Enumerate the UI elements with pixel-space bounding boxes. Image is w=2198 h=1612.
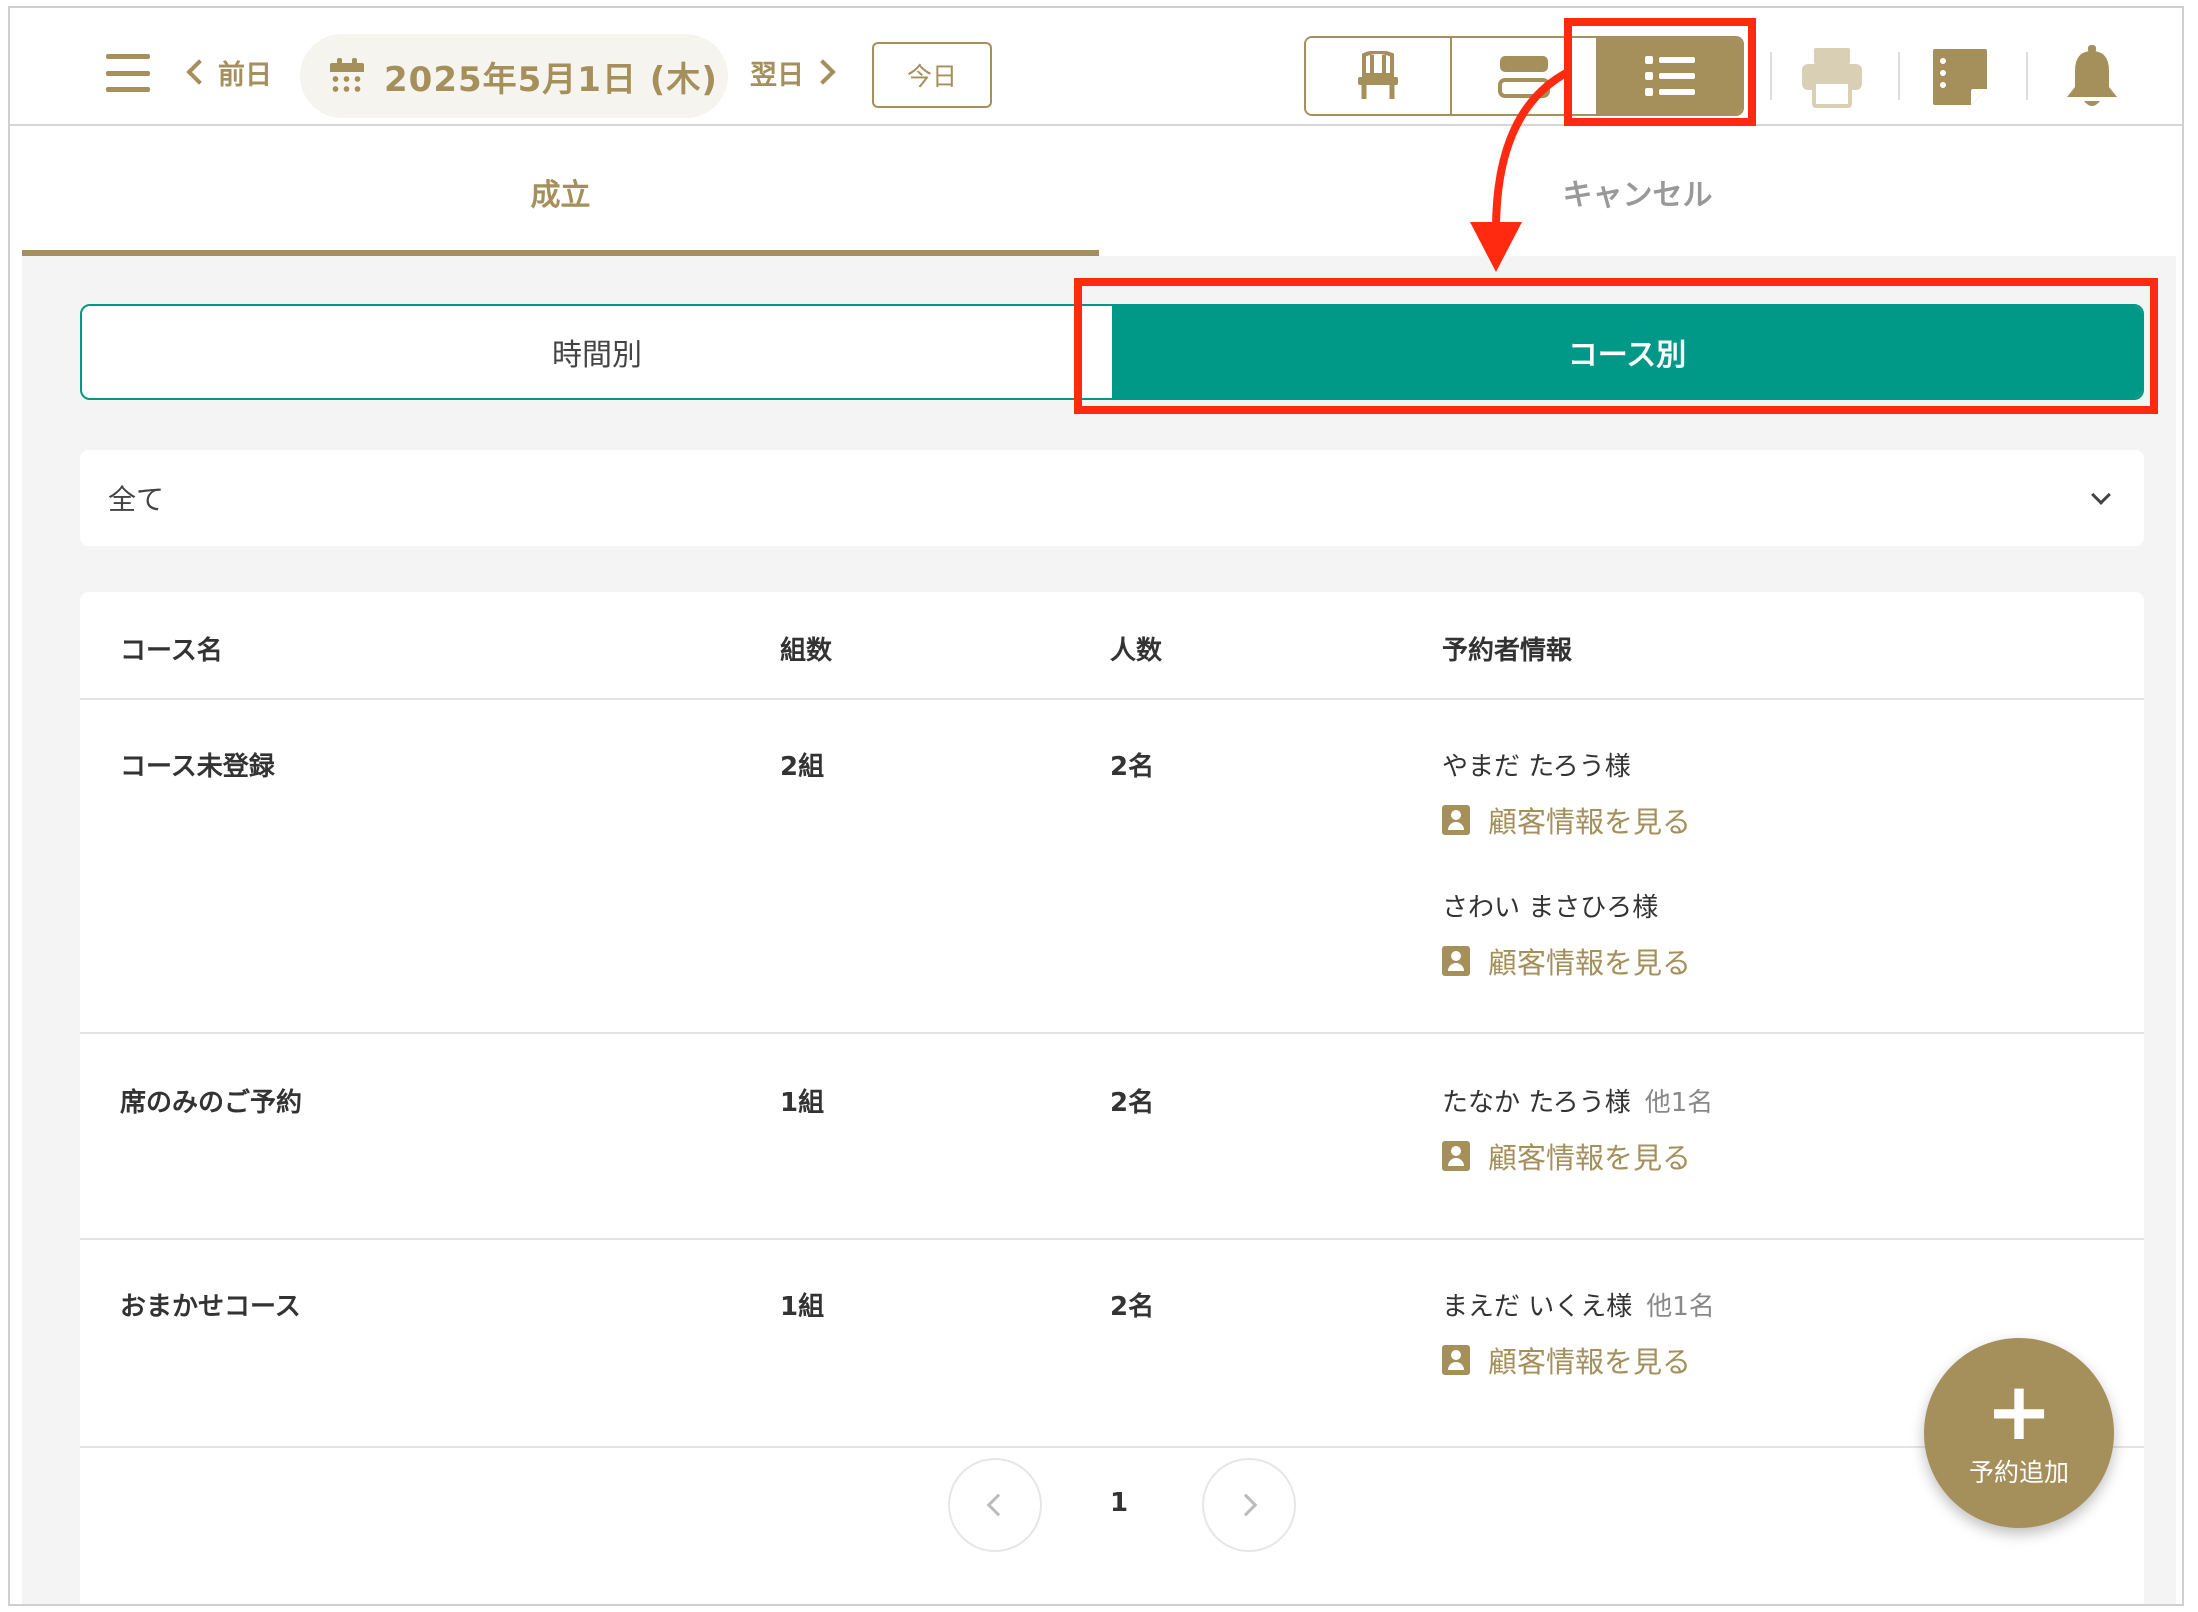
main-content: 時間別 コース別 全て コース名 組数 人数 予約者情報 コース未登録 2組 2… <box>22 256 2176 1604</box>
course-name: 席のみのご予約 <box>120 1088 303 1118</box>
people-count: 2名 <box>1110 1292 1155 1322</box>
chair-icon <box>1358 51 1398 99</box>
chevron-left-icon <box>986 1493 1010 1517</box>
rows-icon <box>1498 56 1550 98</box>
tab-cancelled[interactable]: キャンセル <box>1099 128 2176 256</box>
customer-name: まえだ いくえ様 他1名 <box>1442 1286 1715 1323</box>
toolbar-divider <box>2026 52 2028 100</box>
view-customer-label: 顧客情報を見る <box>1488 805 1692 839</box>
customer-entry: さわい まさひろ様 顧客情報を見る <box>1442 887 1691 982</box>
view-customer-label: 顧客情報を見る <box>1488 946 1692 980</box>
bell-icon <box>2067 45 2117 106</box>
prev-day-button[interactable]: 前日 <box>182 52 272 92</box>
add-reservation-label: 予約追加 <box>1968 1458 2069 1487</box>
next-day-button[interactable]: 翌日 <box>750 52 836 92</box>
highlight-box <box>1074 278 2158 414</box>
view-customer-label: 顧客情報を見る <box>1488 1345 1692 1379</box>
today-button[interactable]: 今日 <box>872 42 992 108</box>
chevron-right-icon <box>810 59 836 85</box>
header-customer: 予約者情報 <box>1442 636 1573 666</box>
group-count: 1組 <box>780 1292 825 1322</box>
other-guests: 他1名 <box>1644 1088 1714 1118</box>
prev-day-label: 前日 <box>218 59 272 91</box>
filter-value: 全て <box>108 483 165 516</box>
toolbar-divider <box>1770 52 1772 100</box>
view-customer-link[interactable]: 顧客情報を見る <box>1442 940 1691 982</box>
seat-view-button[interactable] <box>1306 38 1452 114</box>
next-day-label: 翌日 <box>750 59 804 91</box>
current-date: 2025年5月1日 (木) <box>384 59 718 100</box>
view-customer-label: 顧客情報を見る <box>1488 1141 1692 1175</box>
header-people: 人数 <box>1110 636 1163 666</box>
prev-page-button[interactable] <box>948 1458 1042 1552</box>
customer-name-text: たなか たろう様 <box>1442 1088 1631 1118</box>
next-page-button[interactable] <box>1202 1458 1296 1552</box>
chevron-down-icon <box>2091 485 2111 505</box>
view-customer-link[interactable]: 顧客情報を見る <box>1442 799 1691 841</box>
table-header: コース名 組数 人数 予約者情報 <box>80 592 2144 700</box>
plus-icon: + <box>1985 1365 2053 1458</box>
contact-card-icon <box>1442 1141 1470 1171</box>
add-reservation-button[interactable]: + 予約追加 <box>1924 1338 2114 1528</box>
contact-card-icon <box>1442 805 1470 835</box>
course-name: コース未登録 <box>120 752 275 782</box>
other-guests: 他1名 <box>1646 1292 1715 1322</box>
header-bar: 前日 2025年5月1日 (木) 翌日 今日 <box>10 8 2182 126</box>
customer-name-text: まえだ いくえ様 <box>1442 1292 1633 1322</box>
course-name: おまかせコース <box>120 1292 301 1322</box>
memo-icon <box>1933 49 1987 105</box>
customer-name: たなか たろう様 他1名 <box>1442 1082 1713 1119</box>
group-count: 1組 <box>780 1088 825 1118</box>
toolbar-divider <box>1898 52 1900 100</box>
customer-list: まえだ いくえ様 他1名 顧客情報を見る <box>1442 1286 1715 1381</box>
view-customer-link[interactable]: 顧客情報を見る <box>1442 1339 1715 1381</box>
pagination: 1 <box>80 1452 2144 1552</box>
people-count: 2名 <box>1110 752 1155 782</box>
customer-list: やまだ たろう様 顧客情報を見る さわい まさひろ様 顧客情報を見る <box>1442 746 1691 1028</box>
highlight-box <box>1564 18 1756 126</box>
header-groups: 組数 <box>780 636 833 666</box>
calendar-icon <box>330 58 364 94</box>
table-row: おまかせコース 1組 2名 まえだ いくえ様 他1名 顧客情報を見る <box>80 1240 2144 1448</box>
printer-icon <box>1802 48 1862 108</box>
notification-button[interactable] <box>2060 44 2124 110</box>
tab-confirmed[interactable]: 成立 <box>22 128 1099 256</box>
status-tabs: 成立 キャンセル <box>22 128 2176 256</box>
menu-icon[interactable] <box>106 54 150 92</box>
contact-card-icon <box>1442 1345 1470 1375</box>
view-customer-link[interactable]: 顧客情報を見る <box>1442 1135 1713 1177</box>
chevron-left-icon <box>186 59 212 85</box>
table-row: コース未登録 2組 2名 やまだ たろう様 顧客情報を見る さわい まさひろ様 <box>80 700 2144 1034</box>
by-time-button[interactable]: 時間別 <box>82 306 1112 398</box>
memo-button[interactable] <box>1928 44 1992 110</box>
contact-card-icon <box>1442 946 1470 976</box>
customer-list: たなか たろう様 他1名 顧客情報を見る <box>1442 1082 1713 1177</box>
group-count: 2組 <box>780 752 825 782</box>
header-course: コース名 <box>120 636 223 666</box>
app-window: 前日 2025年5月1日 (木) 翌日 今日 成立 キャンセル 時間別 コース別… <box>8 6 2184 1606</box>
current-page[interactable]: 1 <box>1110 1488 1128 1518</box>
print-button[interactable] <box>1800 44 1864 110</box>
date-picker[interactable]: 2025年5月1日 (木) <box>300 34 728 118</box>
table-row: 席のみのご予約 1組 2名 たなか たろう様 他1名 顧客情報を見る <box>80 1034 2144 1240</box>
customer-entry: やまだ たろう様 顧客情報を見る <box>1442 746 1691 841</box>
course-table: コース名 組数 人数 予約者情報 コース未登録 2組 2名 やまだ たろう様 顧… <box>80 592 2144 1604</box>
customer-name: やまだ たろう様 <box>1442 752 1631 782</box>
chevron-right-icon <box>1234 1493 1258 1517</box>
course-filter-select[interactable]: 全て <box>80 450 2144 546</box>
customer-name: さわい まさひろ様 <box>1442 893 1659 923</box>
people-count: 2名 <box>1110 1088 1155 1118</box>
